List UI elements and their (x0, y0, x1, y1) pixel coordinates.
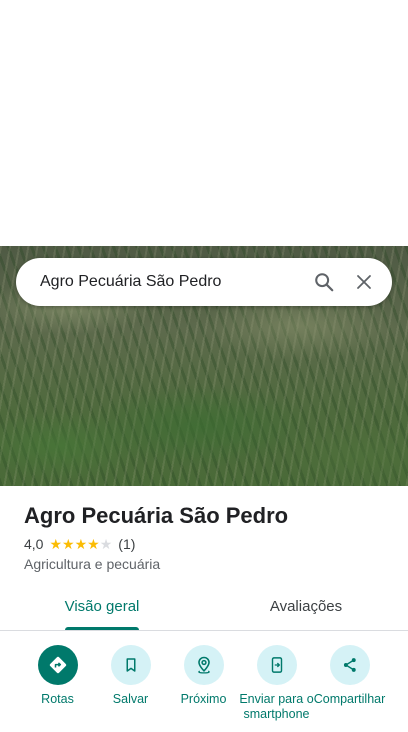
star-icon: ★ (74, 536, 88, 552)
map-area (0, 0, 408, 246)
nearby-icon (183, 645, 224, 685)
share-icon (329, 645, 370, 685)
search-input[interactable]: Agro Pecuária São Pedro (16, 273, 304, 291)
rating-stars: ★ ★ ★ ★ ★ (49, 537, 112, 551)
place-info: Agro Pecuária São Pedro 4,0 ★ ★ ★ ★ ★ (1… (24, 500, 394, 572)
save-button[interactable]: Salvar (94, 645, 167, 732)
close-icon[interactable] (344, 262, 384, 302)
rating-value: 4,0 (24, 536, 44, 552)
nearby-label: Próximo (180, 692, 227, 706)
send-to-phone-label: Enviar para o smartphone (239, 692, 314, 721)
save-label: Salvar (112, 692, 149, 706)
tab-reviews[interactable]: Avaliações (204, 590, 408, 630)
tab-overview-label: Visão geral (64, 598, 140, 615)
place-title: Agro Pecuária São Pedro (24, 503, 289, 528)
tab-bar: Visão geral Avaliações (0, 590, 408, 631)
directions-icon (37, 645, 78, 685)
bookmark-icon (110, 645, 151, 685)
star-icon: ★ (87, 536, 100, 552)
send-to-phone-icon (256, 645, 297, 685)
send-to-phone-button[interactable]: Enviar para o smartphone (239, 645, 314, 732)
rating-row[interactable]: 4,0 ★ ★ ★ ★ ★ (1) (24, 536, 394, 552)
star-icon: ★ (99, 536, 113, 552)
tab-reviews-label: Avaliações (269, 598, 343, 615)
share-label: Compartilhar (313, 692, 386, 706)
tab-overview[interactable]: Visão geral (0, 590, 204, 630)
star-icon: ★ (49, 536, 63, 552)
nearby-button[interactable]: Próximo (167, 645, 240, 732)
search-icon[interactable] (304, 262, 344, 302)
review-count: (1) (118, 536, 136, 552)
place-category: Agricultura e pecuária (24, 556, 161, 572)
share-button[interactable]: Compartilhar (313, 645, 386, 732)
action-buttons: Rotas Salvar Próximo Enviar para o smart… (0, 645, 408, 732)
directions-button[interactable]: Rotas (21, 645, 94, 732)
star-icon: ★ (62, 536, 75, 552)
directions-label: Rotas (41, 692, 74, 706)
active-tab-indicator (65, 627, 139, 630)
search-bar[interactable]: Agro Pecuária São Pedro (16, 258, 392, 306)
